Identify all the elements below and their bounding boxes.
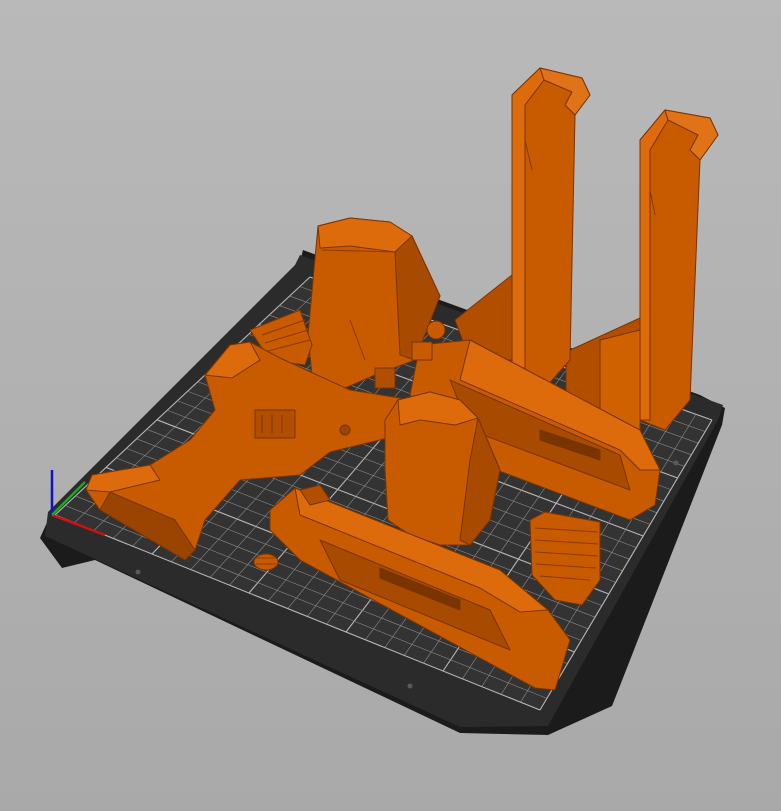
scene-canvas[interactable] <box>0 0 781 811</box>
small-knob[interactable] <box>253 553 279 571</box>
bed-screw-1 <box>135 569 141 575</box>
bed-screw-3 <box>673 460 679 466</box>
bed-screw-2 <box>407 683 413 689</box>
3d-viewport[interactable] <box>0 0 781 811</box>
